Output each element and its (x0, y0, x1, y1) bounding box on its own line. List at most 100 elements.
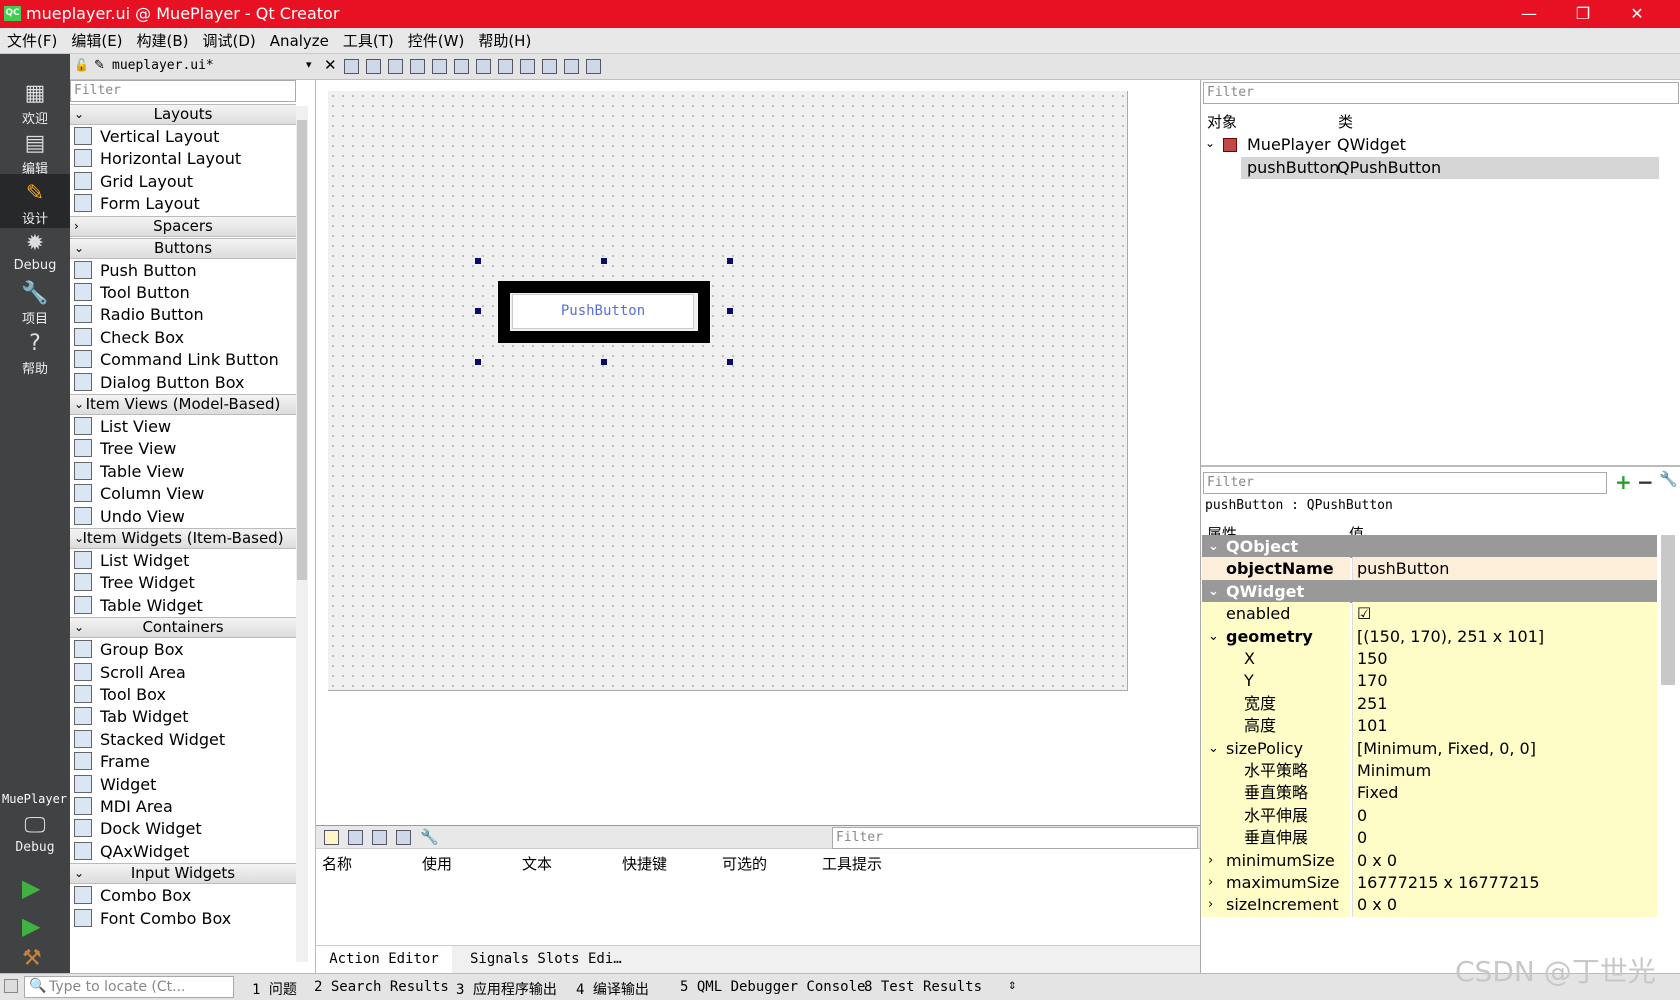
edit-signals-icon[interactable] (366, 59, 381, 74)
output-tab-app-output[interactable]: 3 应用程序输出 (456, 979, 557, 999)
widget-item[interactable]: Tree View (74, 437, 296, 461)
edit-buddies-icon[interactable] (388, 59, 403, 74)
file-dropdown-icon[interactable]: ▾ (306, 58, 312, 71)
widget-item[interactable]: Stacked Widget (74, 728, 296, 752)
mode-debug[interactable]: ✹ Debug (0, 224, 70, 278)
mode-projects[interactable]: 🔧 项目 (0, 274, 70, 328)
maximize-button[interactable]: ❐ (1560, 2, 1606, 26)
mode-edit[interactable]: ▤ 编辑 (0, 124, 70, 178)
column-header[interactable]: 可选的 (722, 853, 767, 874)
column-header[interactable]: 类 (1338, 111, 1353, 132)
menu-tools[interactable]: 工具(T) (336, 28, 401, 54)
property-row[interactable]: sizePolicy [Minimum, Fixed, 0, 0] ⌄ (1202, 736, 1657, 761)
property-section[interactable]: QObject ⌄ (1202, 535, 1657, 559)
build-hammer-icon[interactable]: ⚒ (22, 946, 42, 971)
widget-item[interactable]: Form Layout (74, 192, 296, 216)
widget-item[interactable]: List Widget (74, 549, 296, 573)
property-row[interactable]: Y 170 (1202, 669, 1657, 694)
property-row[interactable]: minimumSize 0 x 0 › (1202, 848, 1657, 873)
property-value[interactable]: [Minimum, Fixed, 0, 0] (1352, 736, 1657, 761)
layout-v-splitter-icon[interactable] (498, 59, 513, 74)
widget-item[interactable]: Tree Widget (74, 571, 296, 595)
run-icon[interactable]: ▶ (22, 874, 40, 902)
widget-item[interactable]: Grid Layout (74, 170, 296, 194)
configure-wrench-icon[interactable]: 🔧 (420, 828, 439, 846)
widget-item[interactable]: Scroll Area (74, 661, 296, 685)
sidebar-toggle-icon[interactable] (4, 979, 18, 993)
object-name[interactable]: MuePlayer (1247, 135, 1331, 154)
widget-item[interactable]: Tab Widget (74, 705, 296, 729)
property-row[interactable]: objectName pushButton (1202, 557, 1657, 582)
adjust-size-icon[interactable] (586, 59, 601, 74)
column-header[interactable]: 快捷键 (622, 853, 667, 874)
property-section[interactable]: QWidget ⌄ (1202, 579, 1657, 604)
resize-handle[interactable] (727, 359, 733, 365)
property-scrollbar[interactable] (1661, 535, 1675, 685)
edit-tab-order-icon[interactable] (410, 59, 425, 74)
widget-item[interactable]: Font Combo Box (74, 907, 296, 931)
widget-item[interactable]: Frame (74, 750, 296, 774)
widget-item[interactable]: Column View (74, 482, 296, 506)
mode-welcome[interactable]: ▦ 欢迎 (0, 74, 70, 128)
widget-item[interactable]: Vertical Layout (74, 125, 296, 149)
layout-h-splitter-icon[interactable] (476, 59, 491, 74)
property-row[interactable]: 宽度 251 (1202, 691, 1657, 716)
resize-handle[interactable] (727, 308, 733, 314)
minimize-button[interactable]: — (1506, 2, 1552, 26)
property-value[interactable]: 0 x 0 (1352, 848, 1657, 873)
widget-category[interactable]: › Spacers (70, 215, 296, 237)
widget-item[interactable]: Table View (74, 460, 296, 484)
widget-item[interactable]: Dock Widget (74, 817, 296, 841)
widget-category[interactable]: ⌄ Buttons (70, 237, 296, 259)
chevron-down-icon[interactable]: ⌄ (1208, 737, 1219, 761)
widget-category[interactable]: ⌄ Input Widgets (70, 863, 296, 885)
delete-action-icon[interactable] (396, 830, 411, 845)
debug-run-icon[interactable]: ▶ (22, 912, 40, 940)
widget-item[interactable]: Undo View (74, 505, 296, 529)
more-tabs-icon[interactable]: ⇕ (1008, 977, 1016, 993)
property-value[interactable]: pushButton (1352, 557, 1657, 582)
output-tab-issues[interactable]: 1 问题 (252, 979, 297, 999)
widget-box-scrollbar[interactable] (296, 106, 308, 962)
property-row[interactable]: 垂直伸展 0 (1202, 826, 1657, 851)
widget-item[interactable]: Horizontal Layout (74, 147, 296, 171)
property-value[interactable]: 0 (1352, 803, 1657, 828)
column-header[interactable]: 名称 (322, 853, 352, 874)
menu-build[interactable]: 构建(B) (130, 28, 196, 54)
property-value[interactable]: ☑ (1352, 602, 1657, 627)
column-header[interactable]: 工具提示 (822, 853, 882, 874)
property-value[interactable]: 0 (1352, 826, 1657, 851)
resize-handle[interactable] (475, 308, 481, 314)
layout-vertical-icon[interactable] (454, 59, 469, 74)
widget-item[interactable]: MDI Area (74, 795, 296, 819)
property-row[interactable]: 高度 101 (1202, 714, 1657, 739)
form-widget[interactable] (328, 91, 1128, 691)
layout-form-icon[interactable] (520, 59, 535, 74)
column-header[interactable]: 文本 (522, 853, 552, 874)
resize-handle[interactable] (475, 359, 481, 365)
property-row[interactable]: 水平策略 Minimum (1202, 759, 1657, 783)
new-action-icon[interactable] (324, 830, 339, 845)
column-header[interactable]: 对象 (1207, 111, 1237, 132)
chevron-down-icon[interactable]: ⌄ (1208, 535, 1219, 559)
property-value[interactable]: Minimum (1352, 759, 1657, 783)
widget-item[interactable]: Radio Button (74, 303, 296, 327)
widget-item[interactable]: Push Button (74, 259, 296, 283)
menu-analyze[interactable]: Analyze (263, 28, 336, 54)
close-button[interactable]: ✕ (1614, 2, 1660, 26)
edit-widgets-icon[interactable] (344, 59, 359, 74)
column-header[interactable]: 使用 (422, 853, 452, 874)
resize-handle[interactable] (727, 258, 733, 264)
push-button[interactable]: PushButton (512, 294, 694, 329)
chevron-down-icon[interactable]: ⌄ (1208, 625, 1219, 649)
property-row[interactable]: maximumSize 16777215 x 16777215 › (1202, 871, 1657, 895)
property-value[interactable]: 0 x 0 (1352, 893, 1657, 918)
configure-wrench-icon[interactable]: 🔧 (1659, 470, 1678, 488)
widget-item[interactable]: Combo Box (74, 884, 296, 908)
property-value[interactable]: Fixed (1352, 781, 1657, 806)
object-name[interactable]: pushButton (1247, 158, 1339, 177)
widget-item[interactable]: Dialog Button Box (74, 371, 296, 395)
widget-category[interactable]: ⌄ Item Views (Model-Based) (70, 394, 296, 415)
open-file-name[interactable]: mueplayer.ui* (112, 58, 214, 73)
kit-selector[interactable]: 🖵 Debug (0, 806, 70, 860)
